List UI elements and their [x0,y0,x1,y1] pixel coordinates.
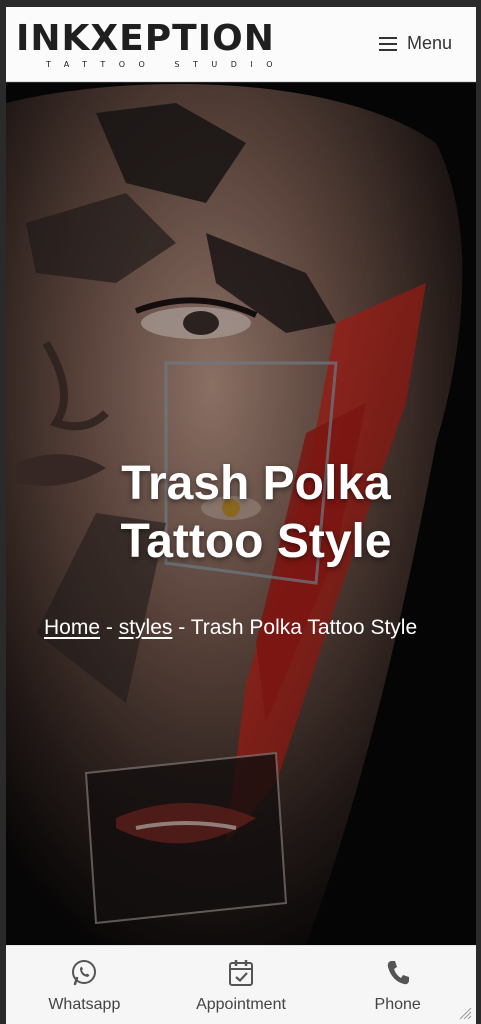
phone-icon [387,961,409,985]
site-header: INKXEPTION TATTOO STUDIO Menu [6,7,476,82]
breadcrumb: Home - styles - Trash Polka Tattoo Style [44,611,424,645]
phone-button[interactable]: Phone [319,946,476,1024]
page-title-line2: Tattoo Style [120,515,392,568]
whatsapp-icon [72,960,97,986]
breadcrumb-separator: - [172,616,191,639]
hero-banner: Trash Polka Tattoo Style Home - styles -… [6,83,476,945]
appointment-button[interactable]: Appointment [163,946,320,1024]
resize-grip-icon[interactable] [458,1006,472,1020]
site-logo[interactable]: INKXEPTION TATTOO STUDIO [16,19,316,77]
menu-label: Menu [406,33,452,53]
browser-frame: INKXEPTION TATTOO STUDIO Menu Trash Polk… [0,0,481,1024]
logo-wordmark: INKXEPTION [16,18,275,59]
breadcrumb-home-link[interactable]: Home [44,616,100,639]
menu-button[interactable]: Menu [378,33,452,54]
bottom-action-bar: Whatsapp Appointment Phone [6,945,476,1024]
breadcrumb-separator: - [100,616,119,639]
page-title-line1: Trash Polka [121,457,391,510]
whatsapp-button[interactable]: Whatsapp [6,946,163,1024]
breadcrumb-styles-link[interactable]: styles [119,616,173,639]
calendar-check-icon [229,960,253,986]
logo-tagline: TATTOO STUDIO [46,60,287,69]
phone-label: Phone [374,996,421,1013]
page-title: Trash Polka Tattoo Style [46,455,466,571]
appointment-label: Appointment [196,996,286,1013]
breadcrumb-current: Trash Polka Tattoo Style [190,616,418,639]
whatsapp-label: Whatsapp [48,996,121,1013]
hamburger-icon [378,36,397,51]
